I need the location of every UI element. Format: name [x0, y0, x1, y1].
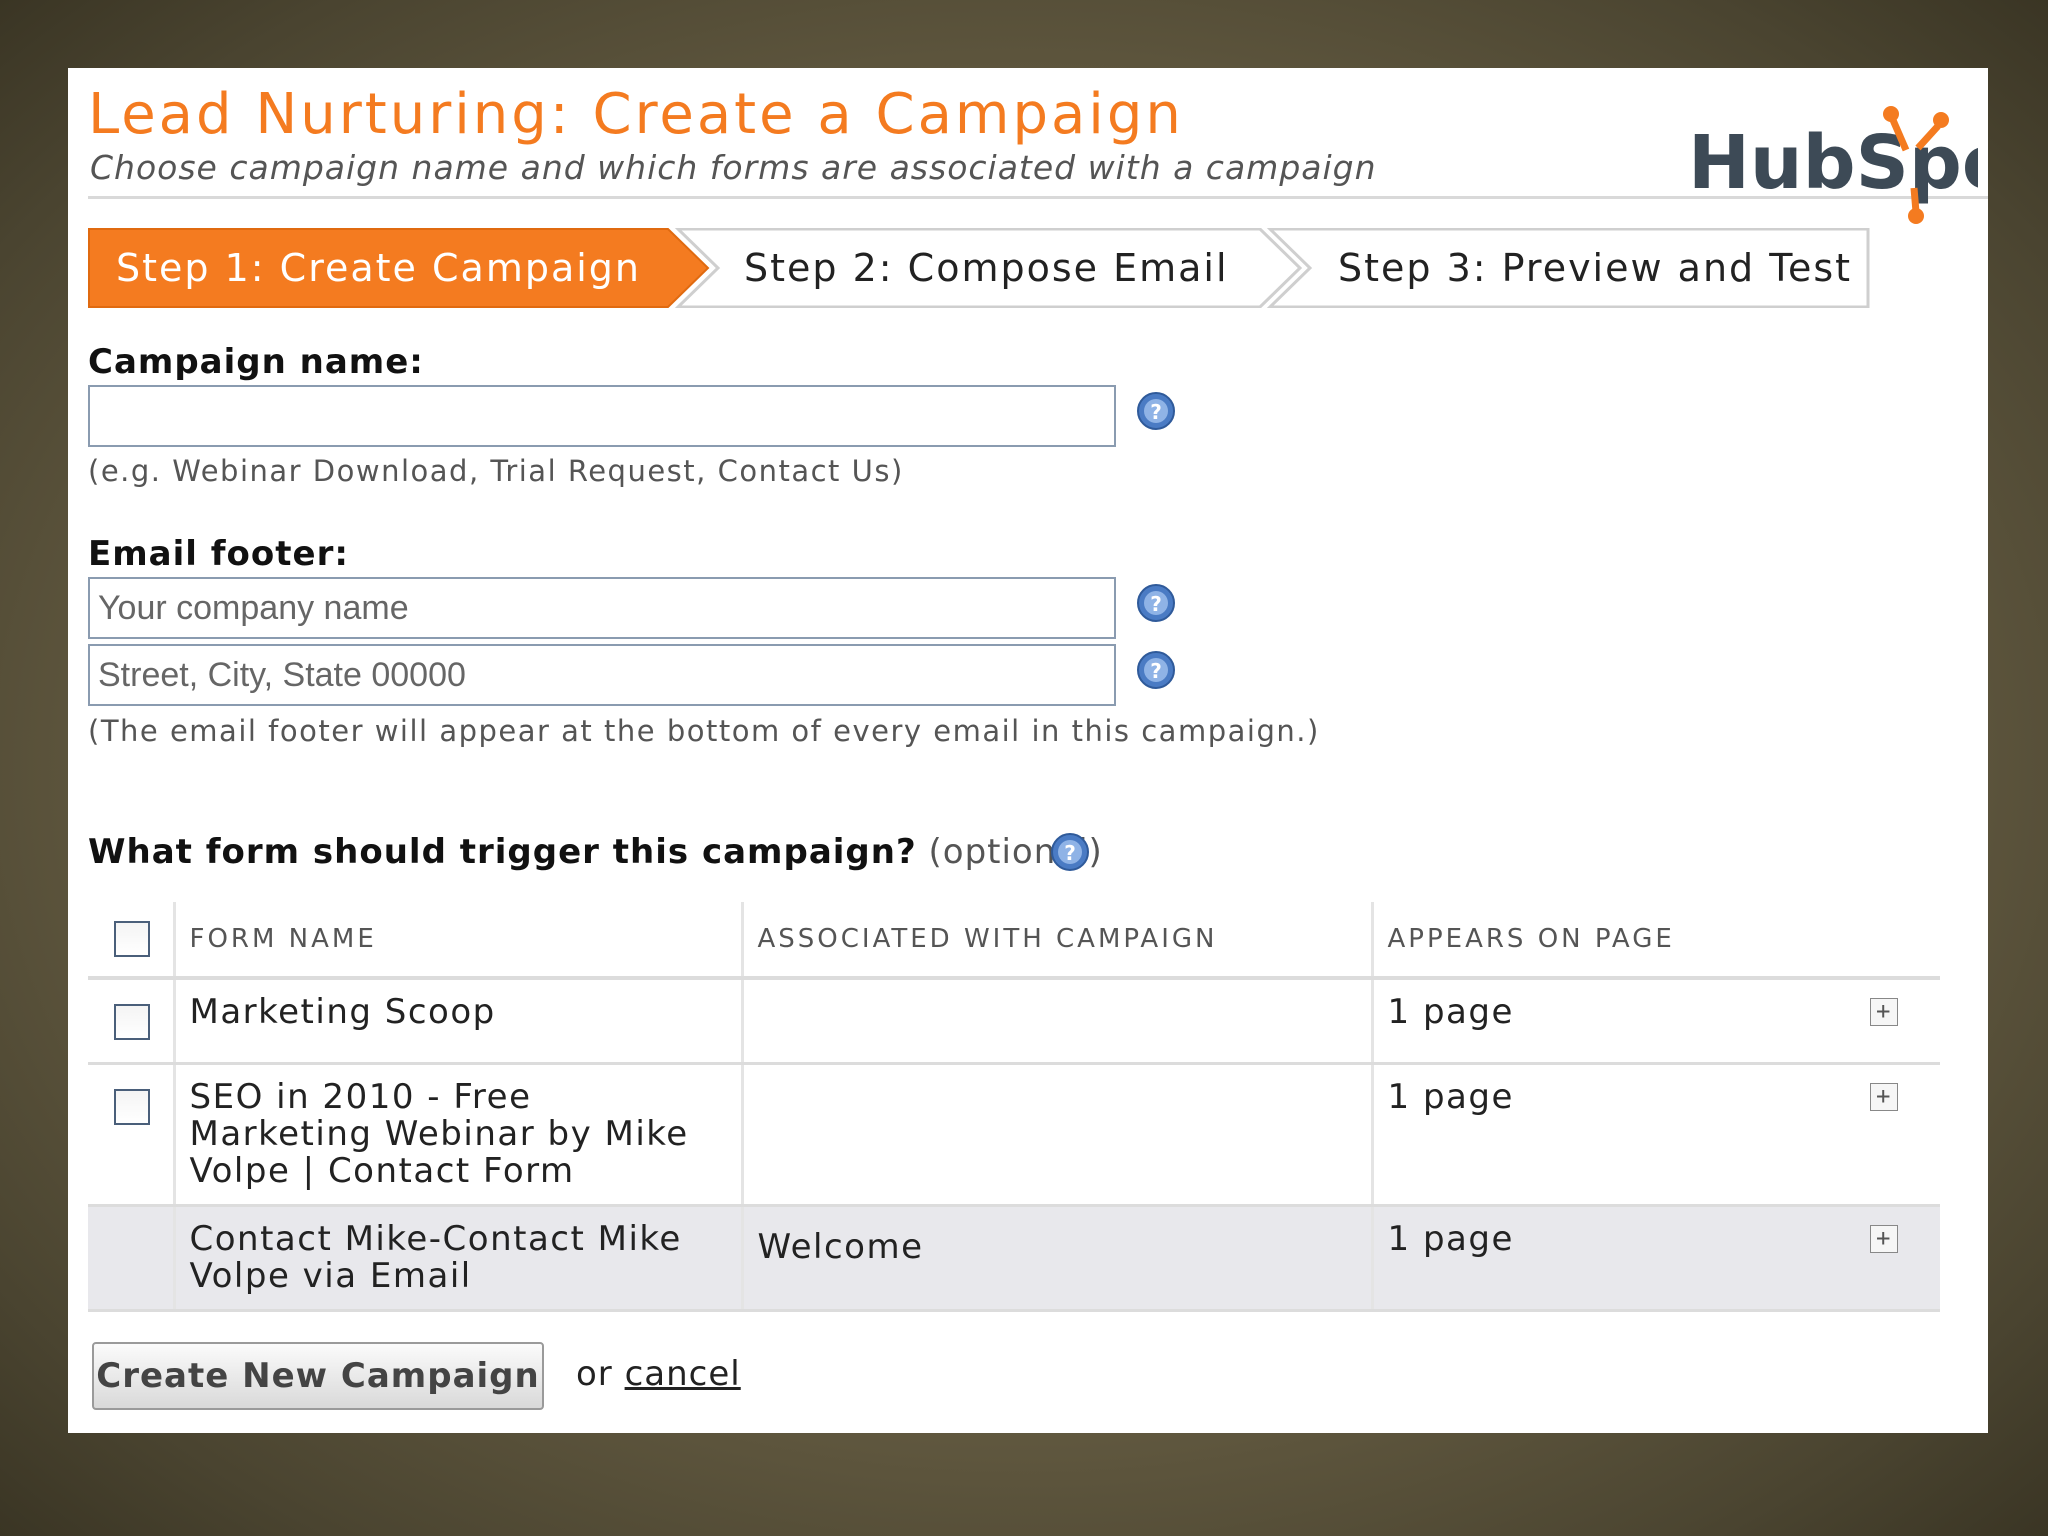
- hubspot-logo: HubSpot: [1688, 106, 1978, 224]
- form-name-cell: SEO in 2010 - Free Marketing Webinar by …: [172, 1063, 742, 1207]
- column-header-associated-campaign[interactable]: ASSOCIATED WITH CAMPAIGN: [740, 902, 1372, 980]
- row-checkbox[interactable]: [114, 1004, 150, 1040]
- appears-on-page-cell: 1 page +: [1370, 1205, 1940, 1312]
- address-input[interactable]: [88, 644, 1116, 706]
- svg-text:?: ?: [1064, 841, 1076, 865]
- expand-icon[interactable]: +: [1870, 998, 1898, 1026]
- step-wizard: Step 1: Create Campaign Step 2: Compose …: [88, 228, 1908, 308]
- svg-text:?: ?: [1150, 400, 1162, 424]
- form-name-cell: Contact Mike-Contact Mike Volpe via Emai…: [172, 1205, 742, 1312]
- expand-icon[interactable]: +: [1870, 1082, 1898, 1111]
- column-header-appears-on-page[interactable]: APPEARS ON PAGE: [1370, 902, 1940, 980]
- create-new-campaign-button[interactable]: Create New Campaign: [92, 1342, 544, 1410]
- table-row: SEO in 2010 - Free Marketing Webinar by …: [88, 1063, 1940, 1207]
- table-row: Marketing Scoop 1 page +: [88, 978, 1940, 1065]
- page-subtitle: Choose campaign name and which forms are…: [90, 148, 1377, 187]
- step-3-preview-and-test[interactable]: Step 3: Preview and Test: [1338, 228, 1852, 308]
- expand-icon[interactable]: +: [1870, 1224, 1898, 1253]
- campaign-name-label: Campaign name:: [88, 342, 424, 382]
- appears-on-page-cell: 1 page +: [1370, 978, 1940, 1065]
- associated-campaign-cell: [740, 1063, 1372, 1207]
- help-icon[interactable]: ?: [1136, 391, 1176, 431]
- associated-campaign-cell: Welcome: [740, 1205, 1372, 1312]
- email-footer-hint: (The email footer will appear at the bot…: [88, 714, 1320, 748]
- appears-on-page-value: 1 page: [1387, 1076, 1514, 1117]
- select-all-checkbox[interactable]: [114, 921, 150, 957]
- table-header-row: FORM NAME ASSOCIATED WITH CAMPAIGN APPEA…: [88, 902, 1940, 980]
- step-2-compose-email[interactable]: Step 2: Compose Email: [744, 228, 1229, 308]
- row-checkbox[interactable]: [114, 1088, 150, 1125]
- help-icon[interactable]: ?: [1136, 583, 1176, 623]
- campaign-name-hint: (e.g. Webinar Download, Trial Request, C…: [88, 454, 904, 488]
- help-icon[interactable]: ?: [1136, 650, 1176, 690]
- form-name-cell: Marketing Scoop: [172, 978, 742, 1065]
- campaign-name-input[interactable]: [88, 385, 1116, 447]
- appears-on-page-cell: 1 page +: [1370, 1063, 1940, 1207]
- appears-on-page-value: 1 page: [1387, 1218, 1514, 1259]
- step-1-create-campaign[interactable]: Step 1: Create Campaign: [116, 228, 641, 308]
- trigger-question: What form should trigger this campaign? …: [88, 832, 1103, 872]
- column-header-form-name[interactable]: FORM NAME: [172, 902, 742, 980]
- company-name-input[interactable]: [88, 577, 1116, 639]
- help-icon[interactable]: ?: [1050, 832, 1090, 872]
- or-cancel: or cancel: [576, 1354, 741, 1394]
- svg-text:?: ?: [1150, 659, 1162, 683]
- cancel-link[interactable]: cancel: [625, 1354, 741, 1394]
- select-all-cell: [88, 902, 174, 980]
- table-row: Contact Mike-Contact Mike Volpe via Emai…: [88, 1205, 1940, 1312]
- forms-table: FORM NAME ASSOCIATED WITH CAMPAIGN APPEA…: [88, 902, 1940, 1312]
- appears-on-page-value: 1 page: [1387, 992, 1514, 1032]
- svg-text:?: ?: [1150, 592, 1162, 616]
- or-text: or: [576, 1354, 613, 1394]
- email-footer-label: Email footer:: [88, 534, 349, 574]
- associated-campaign-cell: [740, 978, 1372, 1065]
- page-title: Lead Nurturing: Create a Campaign: [88, 82, 1184, 147]
- trigger-question-text: What form should trigger this campaign?: [88, 832, 917, 872]
- campaign-panel: Lead Nurturing: Create a Campaign Choose…: [68, 68, 1988, 1433]
